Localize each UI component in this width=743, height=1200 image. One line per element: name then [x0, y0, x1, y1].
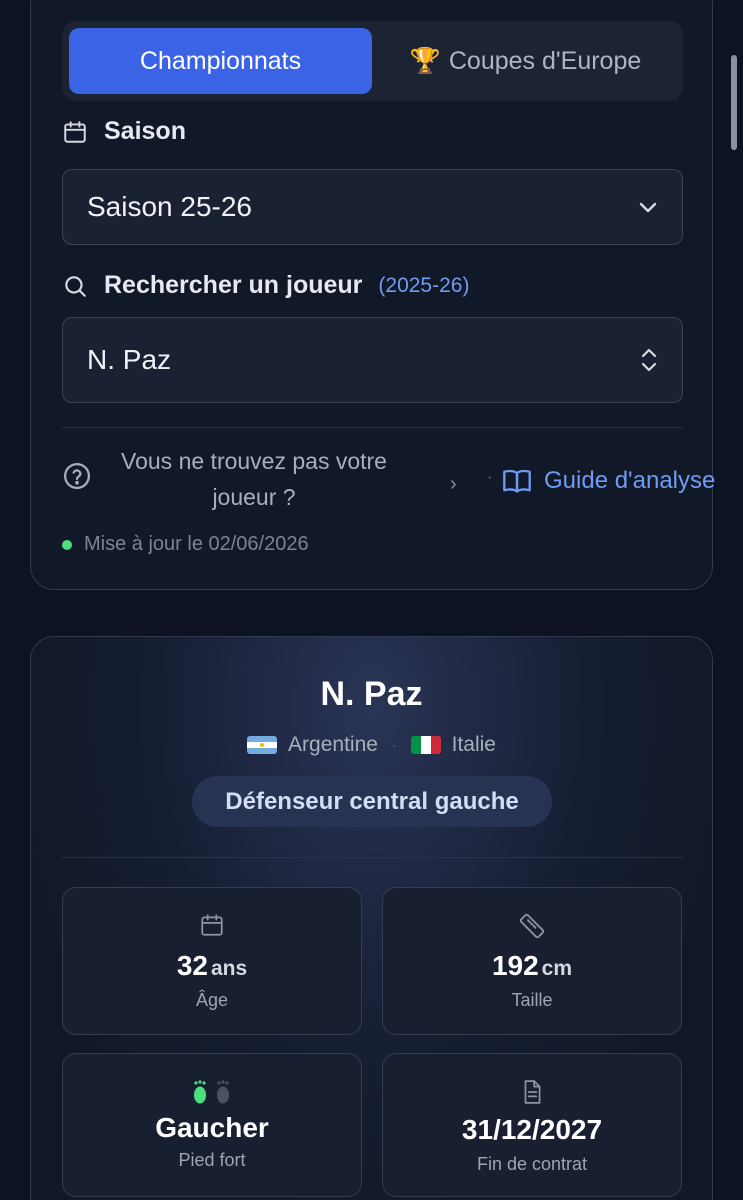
age-unit: ans: [210, 957, 248, 980]
help-row: Vous ne trouvez pas votre joueur ? › · G…: [62, 443, 715, 519]
chevron-up-down-icon: [641, 348, 657, 372]
season-select-value: Saison 25-26: [87, 191, 253, 222]
age-label: Âge: [195, 990, 229, 1010]
separator-dot: ·: [487, 469, 493, 486]
position-badge: Défenseur central gauche: [192, 776, 552, 827]
tab-championnats[interactable]: Championnats: [69, 28, 372, 94]
page-scrollbar[interactable]: [731, 55, 737, 150]
season-label: Saison: [104, 117, 186, 145]
player-nationalities: Argentine · Italie: [31, 733, 712, 757]
update-status: Mise à jour le 02/06/2026: [62, 533, 309, 556]
search-icon: [65, 275, 86, 297]
player-not-found-link[interactable]: Vous ne trouvez pas votre joueur ?: [104, 443, 404, 515]
player-search-combobox[interactable]: N. Paz: [62, 317, 683, 403]
player-search-value: N. Paz: [87, 344, 172, 375]
search-season-hint: (2025-26): [378, 273, 470, 297]
height-value: 192: [491, 950, 539, 981]
help-text-line2: joueur ?: [212, 484, 296, 510]
season-label-row: Saison: [62, 117, 186, 146]
italy-flag-icon: [410, 736, 441, 754]
guide-link[interactable]: Guide d'analyse: [502, 467, 715, 495]
footprints-icon: [194, 1080, 229, 1104]
tab-championnats-label: Championnats: [139, 46, 302, 75]
search-label: Rechercher un joueur: [104, 271, 363, 299]
contract-label: Fin de contrat: [476, 1154, 588, 1174]
tab-coupes-europe[interactable]: 🏆 Coupes d'Europe: [374, 28, 677, 94]
age-value: 32: [176, 950, 208, 981]
season-select[interactable]: Saison 25-26: [62, 169, 683, 245]
book-icon: [503, 469, 531, 493]
height-unit: cm: [541, 957, 573, 980]
help-circle-icon: [64, 463, 90, 489]
nation-primary: Argentine: [288, 733, 378, 756]
document-icon: [524, 1080, 541, 1104]
help-text-line1: Vous ne trouvez pas votre: [121, 448, 387, 474]
stat-contract: 31/12/2027 Fin de contrat: [382, 1053, 682, 1197]
stat-foot: Gaucher Pied fort: [62, 1053, 362, 1197]
tab-coupes-label: Coupes d'Europe: [448, 46, 642, 75]
stat-height: 192 cm Taille: [382, 887, 682, 1035]
nation-secondary: Italie: [451, 733, 496, 756]
nation-separator: ·: [391, 737, 397, 753]
status-dot: [62, 539, 72, 550]
guide-link-label: Guide d'analyse: [544, 467, 716, 494]
calendar-icon: [201, 914, 223, 936]
calendar-icon: [64, 120, 86, 143]
search-label-row: Rechercher un joueur (2025-26): [62, 271, 469, 300]
ruler-icon: [519, 913, 545, 939]
foot-label: Pied fort: [178, 1150, 246, 1170]
contract-value: 31/12/2027: [461, 1114, 603, 1145]
foot-value: Gaucher: [155, 1112, 269, 1143]
competition-segmented-control: Championnats 🏆 Coupes d'Europe: [62, 21, 683, 101]
trophy-icon: 🏆: [409, 46, 441, 75]
chevron-right-icon: ›: [450, 473, 457, 495]
filter-card: Championnats 🏆 Coupes d'Europe Saison Sa…: [30, 0, 715, 590]
filter-divider: [62, 427, 683, 428]
argentina-flag-icon: [247, 736, 278, 754]
update-text: Mise à jour le 02/06/2026: [84, 533, 309, 555]
player-card: N. Paz Argentine · Italie Défenseur cent…: [30, 636, 713, 1200]
player-card-divider: [62, 857, 683, 858]
stat-age: 32 ans Âge: [62, 887, 362, 1035]
chevron-down-icon: [639, 202, 657, 213]
player-name: N. Paz: [320, 675, 423, 713]
height-label: Taille: [511, 990, 553, 1010]
